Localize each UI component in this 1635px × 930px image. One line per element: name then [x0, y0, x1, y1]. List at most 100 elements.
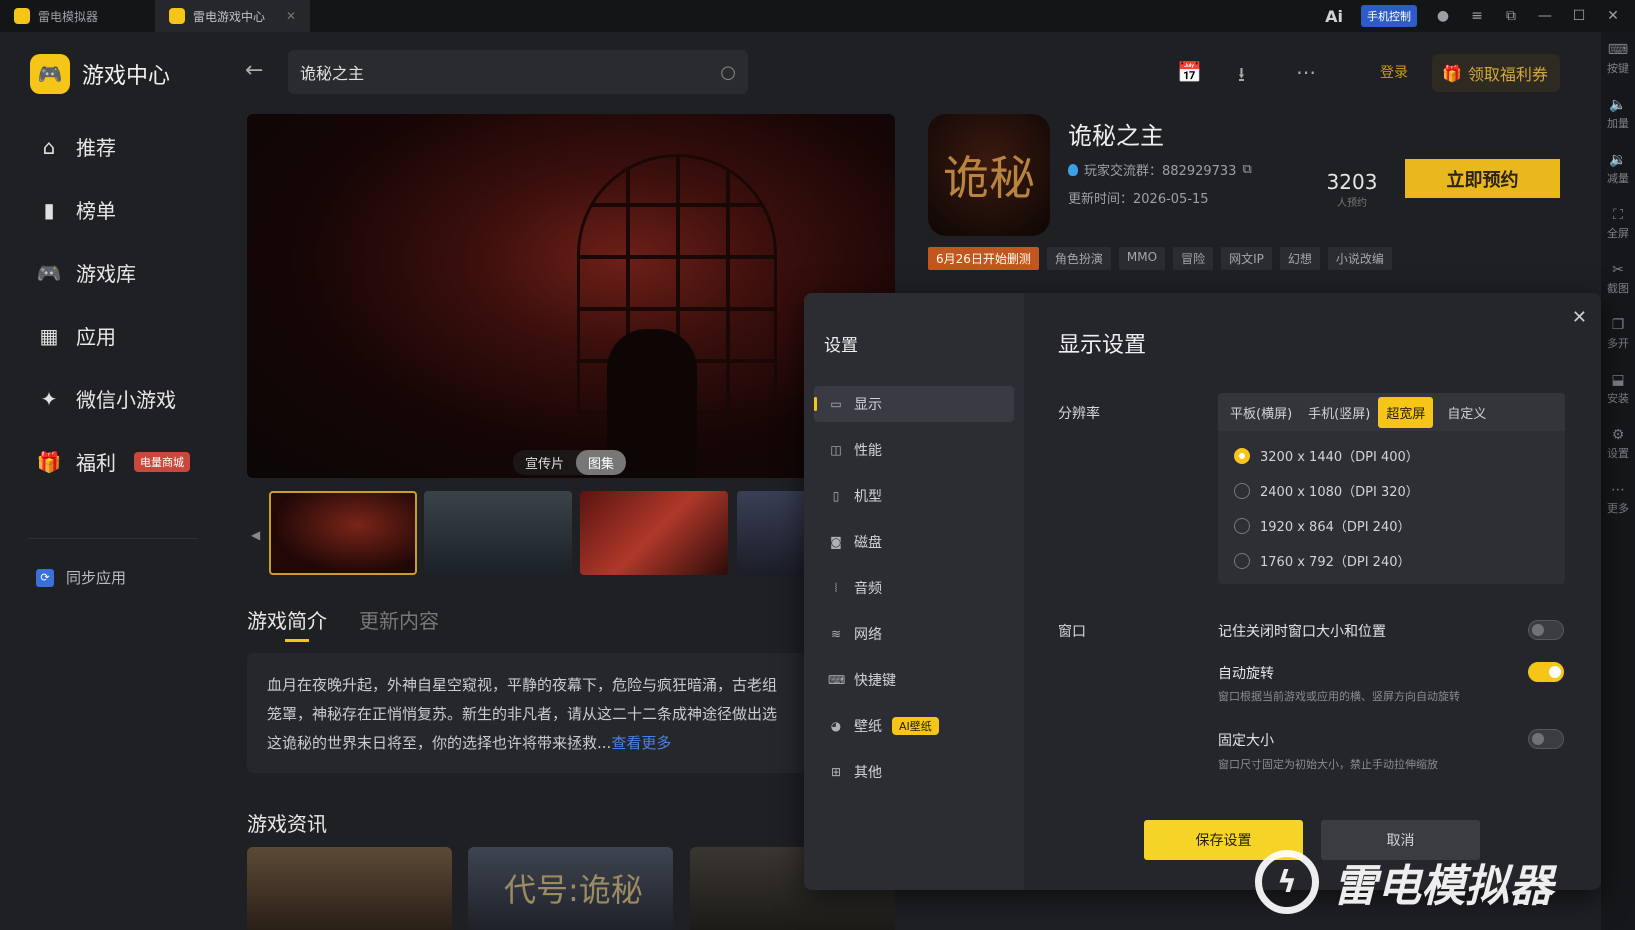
emulator-logo-icon — [14, 8, 30, 24]
dock-install[interactable]: ⬓ 安装 — [1607, 372, 1629, 427]
mode-tab-custom[interactable]: 自定义 — [1439, 397, 1494, 428]
thumbnail[interactable] — [737, 491, 807, 575]
dock-volume-up[interactable]: 🔈 加量 — [1607, 97, 1629, 152]
account-icon[interactable]: ● — [1435, 8, 1451, 24]
multi-instance-icon: ❐ — [1611, 317, 1625, 333]
menu-label: 快捷键 — [854, 673, 896, 689]
sidebar-item-wechat-games[interactable]: ✦ 微信小游戏 — [36, 384, 176, 413]
auto-rotate-toggle[interactable] — [1528, 662, 1564, 682]
mode-tab-phone[interactable]: 手机(竖屏) — [1300, 397, 1378, 428]
news-card[interactable] — [247, 847, 452, 930]
calendar-icon[interactable]: 📅 — [1177, 60, 1202, 84]
view-more-link[interactable]: 查看更多 — [611, 734, 671, 752]
menu-icon[interactable]: ≡ — [1469, 8, 1485, 24]
settings-menu-audio[interactable]: ⦚ 音频 — [814, 570, 1014, 606]
thumbnail[interactable] — [269, 491, 417, 575]
dock-label: 按键 — [1607, 62, 1629, 75]
dock-more[interactable]: ⋯ 更多 — [1607, 482, 1629, 537]
player-group[interactable]: 玩家交流群：882929733 ⧉ — [1068, 160, 1252, 179]
reserve-button[interactable]: 立即预约 — [1405, 159, 1560, 198]
radio[interactable] — [1234, 482, 1250, 499]
minimize-icon[interactable]: — — [1537, 8, 1553, 24]
sidebar-item-apps[interactable]: ▦ 应用 — [36, 321, 116, 350]
genre-tag[interactable]: 幻想 — [1279, 247, 1320, 270]
sidebar-item-game-library[interactable]: 🎮 游戏库 — [36, 258, 136, 287]
sidebar-item-label: 游戏库 — [76, 262, 136, 286]
genre-tag[interactable]: 网文IP — [1221, 247, 1272, 270]
dock-fullscreen[interactable]: ⛶ 全屏 — [1607, 207, 1629, 262]
more-options-icon[interactable]: ⋯ — [1296, 60, 1316, 84]
grid-icon: ⊞ — [830, 765, 842, 779]
dock-multi-instance[interactable]: ❐ 多开 — [1607, 317, 1629, 372]
tab-update-content[interactable]: 更新内容 — [359, 605, 439, 634]
menu-label: 磁盘 — [854, 535, 882, 551]
mode-tab-ultrawide[interactable]: 超宽屏 — [1378, 396, 1434, 428]
settings-menu-shortcuts[interactable]: ⌨ 快捷键 — [814, 662, 1014, 698]
dock-label: 减量 — [1607, 172, 1629, 185]
settings-menu-model[interactable]: ▯ 机型 — [814, 478, 1014, 514]
copy-icon[interactable]: ⧉ — [1242, 162, 1251, 177]
audio-icon: ⦚ — [834, 580, 838, 595]
close-window-icon[interactable]: ✕ — [1605, 8, 1621, 24]
maximize-icon[interactable]: ☐ — [1571, 8, 1587, 24]
radio-selected[interactable] — [1234, 447, 1250, 464]
media-tab-trailer[interactable]: 宣传片 — [513, 450, 576, 475]
settings-menu-performance[interactable]: ◫ 性能 — [814, 432, 1014, 468]
tab-close-icon[interactable]: ✕ — [286, 9, 296, 23]
ai-button[interactable]: Ai — [1325, 7, 1343, 26]
tab-game-intro[interactable]: 游戏简介 — [247, 605, 327, 642]
settings-menu-other[interactable]: ⊞ 其他 — [814, 754, 1014, 790]
sidebar-item-welfare[interactable]: 🎁 福利 电量商城 — [36, 447, 190, 476]
settings-menu-wallpaper[interactable]: ◕ 壁纸 AI壁纸 — [814, 708, 1014, 744]
close-icon[interactable]: ✕ — [1572, 307, 1587, 328]
radio[interactable] — [1234, 517, 1250, 534]
tab-label: 雷电游戏中心 — [193, 9, 266, 24]
media-tab-gallery[interactable]: 图集 — [576, 450, 627, 475]
genre-tag[interactable]: 角色扮演 — [1046, 247, 1111, 270]
resolution-option[interactable]: 1920 x 864（DPI 240） — [1234, 516, 1410, 535]
menu-label: 机型 — [854, 489, 882, 505]
resolution-option[interactable]: 2400 x 1080（DPI 320） — [1234, 481, 1419, 500]
intro-text-box: 血月在夜晚升起，外神自星空窥视，平静的夜幕下，危险与疯狂暗涌，古老组笼罩，神秘存… — [247, 653, 807, 773]
sync-apps-link[interactable]: ⟳ 同步应用 — [36, 567, 126, 588]
coupon-button[interactable]: 🎁 领取福利券 — [1432, 54, 1560, 92]
thumbnail[interactable] — [424, 491, 572, 575]
restore-window-icon[interactable]: ⧉ — [1503, 8, 1519, 24]
sidebar-item-recommend[interactable]: ⌂ 推荐 — [36, 132, 116, 161]
search-input[interactable] — [300, 62, 721, 82]
back-arrow-icon[interactable]: ← — [245, 58, 263, 83]
thumbs-prev-icon[interactable]: ◀ — [251, 528, 260, 542]
phone-control-button[interactable]: 手机控制 — [1361, 5, 1417, 27]
settings-menu-display[interactable]: ▭ 显示 — [814, 386, 1014, 422]
dock-screenshot[interactable]: ✂ 截图 — [1607, 262, 1629, 317]
sidebar-item-ranking[interactable]: ▮ 榜单 — [36, 195, 116, 224]
monitor-icon: ▭ — [830, 397, 842, 411]
search-icon[interactable]: ○ — [720, 62, 736, 83]
settings-menu-disk[interactable]: ◙ 磁盘 — [814, 524, 1014, 560]
ldplayer-watermark: ϟ 雷电模拟器 — [1255, 850, 1553, 914]
dock-label: 更多 — [1607, 502, 1629, 515]
install-icon: ⬓ — [1611, 372, 1625, 388]
fixed-size-toggle[interactable] — [1528, 729, 1564, 749]
resolution-option[interactable]: 1760 x 792（DPI 240） — [1234, 551, 1410, 570]
resolution-option[interactable]: 3200 x 1440（DPI 400） — [1234, 446, 1419, 465]
settings-menu-network[interactable]: ≋ 网络 — [814, 616, 1014, 652]
dock-settings[interactable]: ⚙ 设置 — [1607, 427, 1629, 482]
news-card[interactable]: 代号:诡秘 — [468, 847, 673, 930]
mode-tab-tablet[interactable]: 平板(横屏) — [1222, 397, 1300, 428]
hero-media[interactable]: 宣传片 图集 — [247, 114, 895, 478]
dock-keymap[interactable]: ⌨ 按键 — [1607, 42, 1629, 97]
dock-volume-down[interactable]: 🔉 减量 — [1607, 152, 1629, 207]
tab-game-center[interactable]: 雷电游戏中心 ✕ — [155, 0, 310, 32]
genre-tag[interactable]: MMO — [1118, 247, 1166, 270]
genre-tag[interactable]: 冒险 — [1173, 247, 1214, 270]
download-icon[interactable]: ⭳ — [1238, 60, 1245, 94]
tab-emulator[interactable]: 雷电模拟器 — [0, 0, 155, 32]
search-box[interactable]: ○ — [288, 50, 748, 94]
radio[interactable] — [1234, 552, 1250, 569]
login-link[interactable]: 登录 — [1380, 62, 1408, 82]
group-text: 玩家交流群：882929733 — [1084, 164, 1237, 179]
remember-window-toggle[interactable] — [1528, 620, 1564, 640]
genre-tag[interactable]: 小说改编 — [1327, 247, 1392, 270]
thumbnail[interactable] — [580, 491, 728, 575]
